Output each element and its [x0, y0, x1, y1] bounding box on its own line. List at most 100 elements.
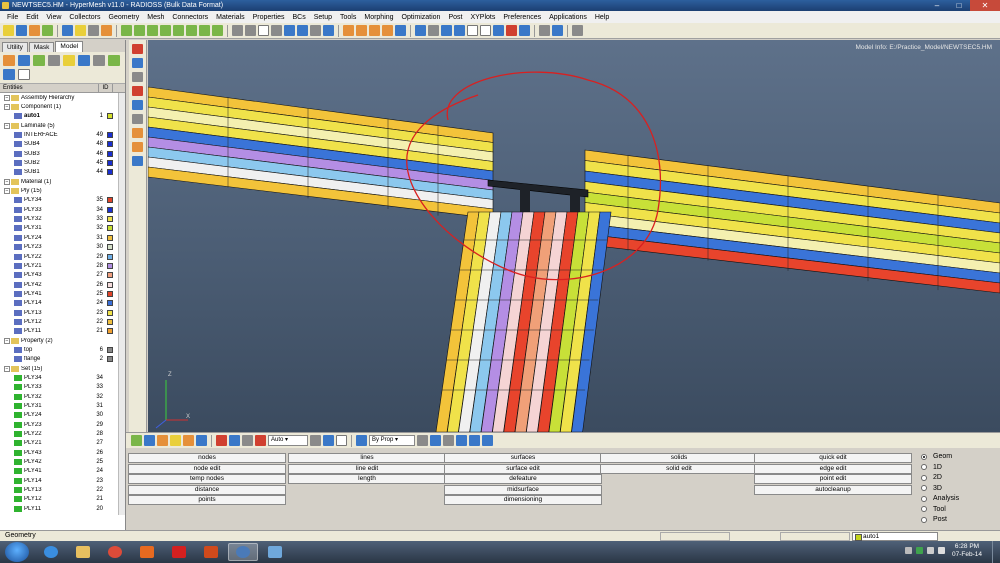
- tree-item[interactable]: PLY22 28: [0, 429, 125, 438]
- isolate-icon[interactable]: [108, 55, 120, 66]
- color-swatch[interactable]: [107, 113, 113, 120]
- toolbar-tool-icon[interactable]: [134, 25, 145, 36]
- settings-icon[interactable]: [18, 69, 30, 80]
- toolbar-tool-icon[interactable]: [506, 25, 517, 36]
- tray-arrow-icon[interactable]: [905, 547, 912, 554]
- solids-button[interactable]: solids: [600, 453, 758, 463]
- menu-connectors[interactable]: Connectors: [168, 14, 212, 21]
- toolbar-tool-icon[interactable]: [75, 25, 86, 36]
- tree-item[interactable]: PLY42 25: [0, 457, 125, 466]
- tree-item[interactable]: PLY11 21: [0, 327, 125, 336]
- defeature-button[interactable]: defeature: [444, 474, 602, 484]
- tree-item[interactable]: SUB3 46: [0, 149, 125, 158]
- tree-item[interactable]: PLY13 22: [0, 485, 125, 494]
- radio-post[interactable]: Post: [921, 516, 947, 523]
- view-top-icon[interactable]: [132, 44, 143, 54]
- toolbar-tool-icon[interactable]: [323, 25, 334, 36]
- toolbar-tool-icon[interactable]: [16, 25, 27, 36]
- render-mode-icon[interactable]: [323, 435, 334, 446]
- menu-help[interactable]: Help: [591, 14, 613, 21]
- tree-item[interactable]: PLY12 21: [0, 495, 125, 504]
- menu-properties[interactable]: Properties: [249, 14, 289, 21]
- menu-preferences[interactable]: Preferences: [499, 14, 545, 21]
- radio-button-icon[interactable]: [921, 516, 927, 523]
- normals-icon[interactable]: [443, 435, 454, 446]
- menu-applications[interactable]: Applications: [545, 14, 591, 21]
- tree-item[interactable]: PLY41 24: [0, 467, 125, 476]
- toolbar-tool-icon[interactable]: [552, 25, 563, 36]
- tree-item[interactable]: PLY31 31: [0, 401, 125, 410]
- tree-item[interactable]: PLY13 23: [0, 308, 125, 317]
- quick-edit-button[interactable]: quick edit: [754, 453, 912, 463]
- point-edit-button[interactable]: point edit: [754, 474, 912, 484]
- find-icon[interactable]: [63, 55, 75, 66]
- color-swatch[interactable]: [107, 216, 113, 223]
- toolbar-tool-icon[interactable]: [572, 25, 583, 36]
- volume-icon[interactable]: [938, 547, 945, 554]
- minimize-button[interactable]: –: [926, 0, 948, 11]
- media-player-taskbar-icon[interactable]: [132, 543, 162, 561]
- section-icon[interactable]: [132, 142, 143, 152]
- toolbar-tool-icon[interactable]: [186, 25, 197, 36]
- toolbar-tool-icon[interactable]: [42, 25, 53, 36]
- chrome-taskbar-icon[interactable]: [100, 543, 130, 561]
- tree-folder[interactable]: − Property (2): [0, 336, 125, 345]
- color-swatch[interactable]: [107, 225, 113, 232]
- color-swatch[interactable]: [107, 160, 113, 167]
- toolbar-tool-icon[interactable]: [3, 25, 14, 36]
- clock[interactable]: 6:28 PM 07-Feb-14: [952, 543, 982, 559]
- toolbar-tool-icon[interactable]: [245, 25, 256, 36]
- network-icon[interactable]: [927, 547, 934, 554]
- autocleanup-button[interactable]: autocleanup: [754, 484, 912, 495]
- graphics-viewport[interactable]: Model Info: E:/Practice_Model/NEWTSEC5.H…: [148, 40, 1000, 432]
- tree-item[interactable]: PLY34 35: [0, 196, 125, 205]
- radio-geom[interactable]: Geom: [921, 453, 952, 460]
- nodes-button[interactable]: nodes: [128, 453, 286, 463]
- expand-icon[interactable]: [3, 55, 15, 66]
- color-swatch[interactable]: [107, 281, 113, 288]
- start-button[interactable]: [5, 542, 29, 562]
- radio-button-icon[interactable]: [921, 506, 927, 512]
- display-icon[interactable]: [33, 55, 45, 66]
- toolbar-tool-icon[interactable]: [454, 25, 465, 36]
- toolbar-tool-icon[interactable]: [258, 25, 269, 36]
- tree-item[interactable]: flange 2: [0, 355, 125, 364]
- tree-item[interactable]: PLY41 25: [0, 289, 125, 298]
- transparency-icon[interactable]: [310, 435, 321, 446]
- delete-icon[interactable]: [216, 435, 227, 446]
- surfaces-button[interactable]: surfaces: [444, 453, 602, 463]
- toolbar-tool-icon[interactable]: [160, 25, 171, 36]
- color-swatch[interactable]: [107, 318, 113, 325]
- color-swatch[interactable]: [107, 309, 113, 316]
- radio-tool[interactable]: Tool: [921, 506, 946, 513]
- expand-toggle-icon[interactable]: −: [4, 188, 10, 195]
- menu-bcs[interactable]: BCs: [288, 14, 309, 21]
- tree-item[interactable]: SUB4 48: [0, 140, 125, 149]
- length-button[interactable]: length: [288, 474, 446, 484]
- tree-folder[interactable]: −System Collector (1): [0, 513, 125, 515]
- toolbar-tool-icon[interactable]: [343, 25, 354, 36]
- tree-item[interactable]: PLY23 30: [0, 243, 125, 252]
- color-swatch[interactable]: [107, 150, 113, 157]
- color-swatch[interactable]: [107, 328, 113, 335]
- toolbar-tool-icon[interactable]: [212, 25, 223, 36]
- component-color-icon[interactable]: [131, 435, 142, 446]
- tree-item[interactable]: PLY42 26: [0, 280, 125, 289]
- toolbar-tool-icon[interactable]: [467, 25, 478, 36]
- points-button[interactable]: points: [128, 495, 286, 505]
- tree-folder[interactable]: − Component (1): [0, 102, 125, 111]
- tree-item[interactable]: INTERFACE 49: [0, 130, 125, 139]
- options-icon[interactable]: [417, 435, 428, 446]
- tree-item[interactable]: PLY11 20: [0, 504, 125, 513]
- midsurface-button[interactable]: midsurface: [444, 484, 602, 495]
- tab-model[interactable]: Model: [55, 41, 84, 52]
- color-mode-icon[interactable]: [356, 435, 367, 446]
- toolbar-tool-icon[interactable]: [232, 25, 243, 36]
- toolbar-tool-icon[interactable]: [173, 25, 184, 36]
- menu-morphing[interactable]: Morphing: [360, 14, 397, 21]
- pan-icon[interactable]: [132, 114, 143, 124]
- tree-item[interactable]: PLY32 33: [0, 214, 125, 223]
- id-column-header[interactable]: ID: [99, 84, 113, 92]
- explorer-taskbar-icon[interactable]: [68, 543, 98, 561]
- color-swatch[interactable]: [107, 244, 113, 251]
